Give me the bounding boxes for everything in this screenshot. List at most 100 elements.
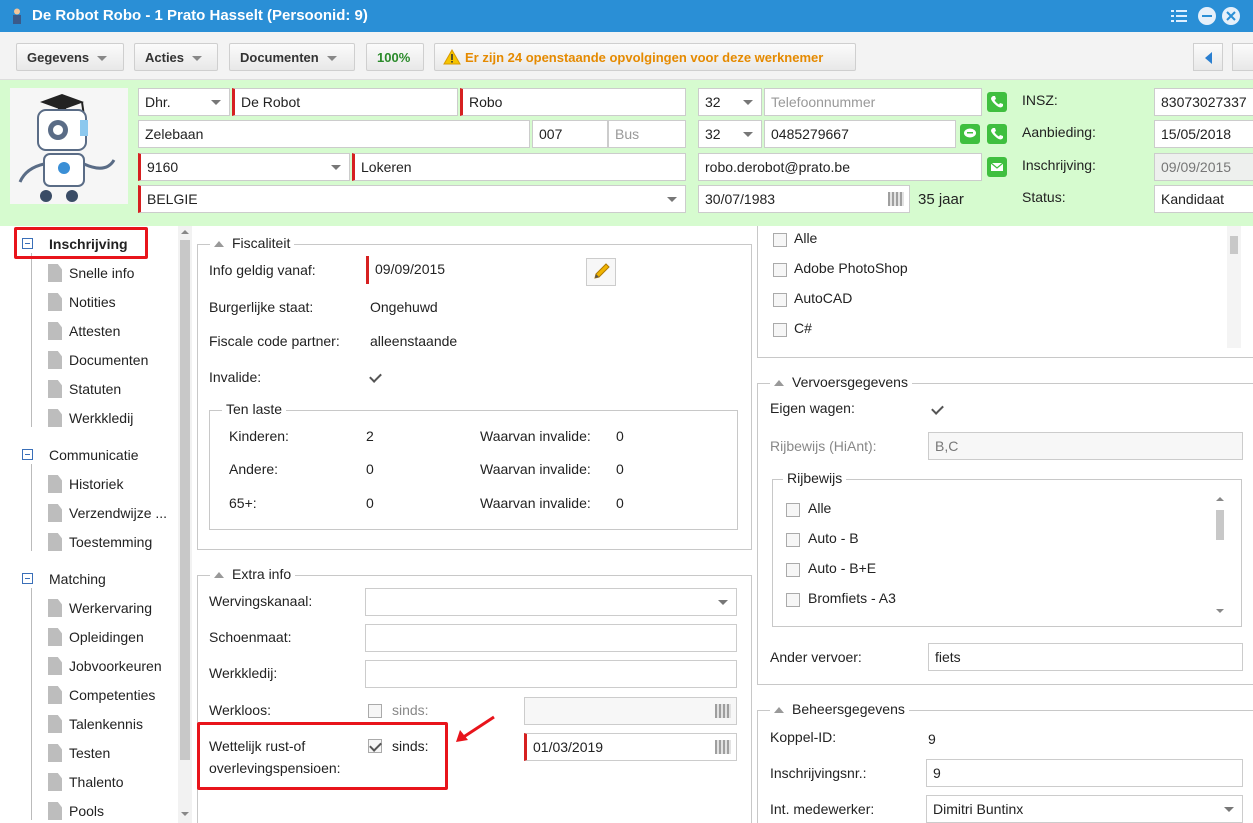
collapse-icon [214, 241, 224, 248]
rijbewijs-legend: Rijbewijs [783, 470, 847, 486]
tree-line [31, 588, 32, 820]
country-select[interactable]: BELGIE [138, 185, 686, 213]
calendar-icon[interactable] [715, 740, 731, 754]
title-select[interactable]: Dhr. [138, 88, 230, 116]
ten-laste-row-value: 2 [366, 428, 374, 444]
software-checkbox[interactable] [773, 323, 787, 337]
inschrijvingsnr-input[interactable]: 9 [926, 759, 1243, 787]
avatar [10, 88, 128, 204]
beheer-legend[interactable]: Beheersgegevens [770, 701, 909, 717]
document-icon [48, 351, 62, 369]
ten-laste-row-label: Kinderen: [229, 428, 289, 444]
documenten-button[interactable]: Documenten [229, 43, 355, 71]
birthdate-value: 30/07/1983 [705, 191, 776, 207]
arrow-annotation-icon [456, 715, 495, 742]
rijbewijs-checkbox[interactable] [786, 503, 800, 517]
mobile-input[interactable]: 0485279667 [764, 120, 956, 148]
phone-prefix-select[interactable]: 32 [698, 88, 762, 116]
ander-vervoer-input[interactable]: fiets [928, 643, 1243, 671]
wervingskanaal-select[interactable] [365, 588, 737, 616]
werkloos-checkbox[interactable] [368, 704, 382, 718]
burgerlijke-staat-value: Ongehuwd [370, 299, 438, 315]
invalide-count-value: 0 [616, 461, 624, 477]
percent-button[interactable]: 100% [366, 43, 424, 71]
gegevens-button[interactable]: Gegevens [16, 43, 124, 71]
eigen-wagen-checkbox[interactable] [930, 402, 944, 416]
pensioen-date-input[interactable]: 01/03/2019 [524, 733, 737, 761]
rijbewijs-checkbox[interactable] [786, 593, 800, 607]
rijbewijs-checkbox[interactable] [786, 533, 800, 547]
nav-item-label: Competenties [69, 687, 156, 703]
bus-input[interactable]: Bus [608, 120, 686, 148]
ten-laste-legend: Ten laste [222, 401, 287, 417]
call-mobile-icon[interactable] [987, 124, 1007, 144]
extra-info-legend[interactable]: Extra info [210, 566, 296, 582]
calendar-icon[interactable] [888, 192, 904, 206]
email-input[interactable]: robo.derobot@prato.be [698, 153, 982, 181]
status-input[interactable]: Kandidaat [1154, 185, 1253, 213]
nav-item-label: Thalento [69, 774, 124, 790]
edit-button[interactable] [586, 258, 616, 286]
software-checkbox[interactable] [773, 263, 787, 277]
document-icon [48, 293, 62, 311]
aanbieding-label: Aanbieding: [1022, 124, 1096, 140]
werkloos-sinds-input[interactable] [524, 697, 737, 725]
software-option-label: AutoCAD [794, 290, 853, 306]
nav-item-label: Documenten [69, 352, 149, 368]
nav-item-label: Statuten [69, 381, 122, 397]
chevron-down-icon [743, 100, 753, 105]
nav-item-label: Pools [69, 803, 105, 819]
street-input[interactable]: Zelebaan [138, 120, 530, 148]
mail-icon[interactable] [987, 157, 1007, 177]
warning-button[interactable]: Er zijn 24 openstaande opvolgingen voor … [434, 43, 856, 71]
tree-line [31, 464, 32, 551]
inschrijving-input: 09/09/2015 [1154, 153, 1253, 181]
call-icon[interactable] [987, 92, 1007, 112]
pencil-icon [594, 263, 610, 279]
software-scrollbar[interactable] [1227, 226, 1241, 348]
document-icon [48, 504, 62, 522]
nav-item-label: Historiek [69, 476, 124, 492]
fiscaliteit-legend[interactable]: Fiscaliteit [210, 235, 295, 251]
acties-button[interactable]: Acties [134, 43, 218, 71]
first-name-input[interactable]: Robo [460, 88, 686, 116]
aanbieding-input[interactable]: 15/05/2018 [1154, 120, 1253, 148]
list-icon[interactable] [1170, 7, 1188, 25]
nav-scrollbar[interactable] [178, 226, 192, 823]
software-checkbox[interactable] [773, 233, 787, 247]
title-bar: De Robot Robo - 1 Prato Hasselt (Persoon… [0, 0, 1253, 32]
previous-button[interactable] [1193, 43, 1223, 71]
mobile-prefix-select[interactable]: 32 [698, 120, 762, 148]
number-input[interactable]: 007 [532, 120, 608, 148]
next-button[interactable] [1232, 43, 1253, 71]
pensioen-date-value: 01/03/2019 [533, 739, 604, 755]
document-icon [48, 715, 62, 733]
nav-item-label: Jobvoorkeuren [69, 658, 162, 674]
collapse-icon[interactable] [22, 449, 33, 460]
last-name-input[interactable]: De Robot [232, 88, 458, 116]
vervoer-legend[interactable]: Vervoersgegevens [770, 374, 912, 390]
collapse-icon[interactable] [22, 573, 33, 584]
calendar-icon[interactable] [715, 704, 731, 718]
medewerker-select[interactable]: Dimitri Buntinx [926, 795, 1243, 823]
birthdate-input[interactable]: 30/07/1983 [698, 185, 910, 213]
schoenmaat-input[interactable] [365, 624, 737, 652]
werkloos-label: Werkloos: [209, 702, 271, 718]
rijbewijs-scrollbar[interactable] [1213, 492, 1227, 618]
person-header: Dhr. De Robot Robo Zelebaan 007 Bus 9160… [0, 80, 1253, 226]
werkkledij-input[interactable] [365, 660, 737, 688]
sms-icon[interactable] [960, 124, 980, 144]
software-checkbox[interactable] [773, 293, 787, 307]
info-geldig-input[interactable]: 09/09/2015 [366, 256, 576, 284]
insz-input[interactable]: 83073027337 [1154, 88, 1253, 116]
rijbewijs-checkbox[interactable] [786, 563, 800, 577]
koppel-id-label: Koppel-ID: [770, 729, 837, 745]
phone-input[interactable]: Telefoonnummer [764, 88, 982, 116]
invalide-count-value: 0 [616, 428, 624, 444]
acties-label: Acties [145, 50, 185, 65]
close-icon[interactable] [1222, 7, 1240, 25]
invalide-checkbox[interactable] [368, 370, 382, 384]
city-input[interactable]: Lokeren [352, 153, 686, 181]
minimize-icon[interactable] [1198, 7, 1216, 25]
postcode-select[interactable]: 9160 [138, 153, 350, 181]
